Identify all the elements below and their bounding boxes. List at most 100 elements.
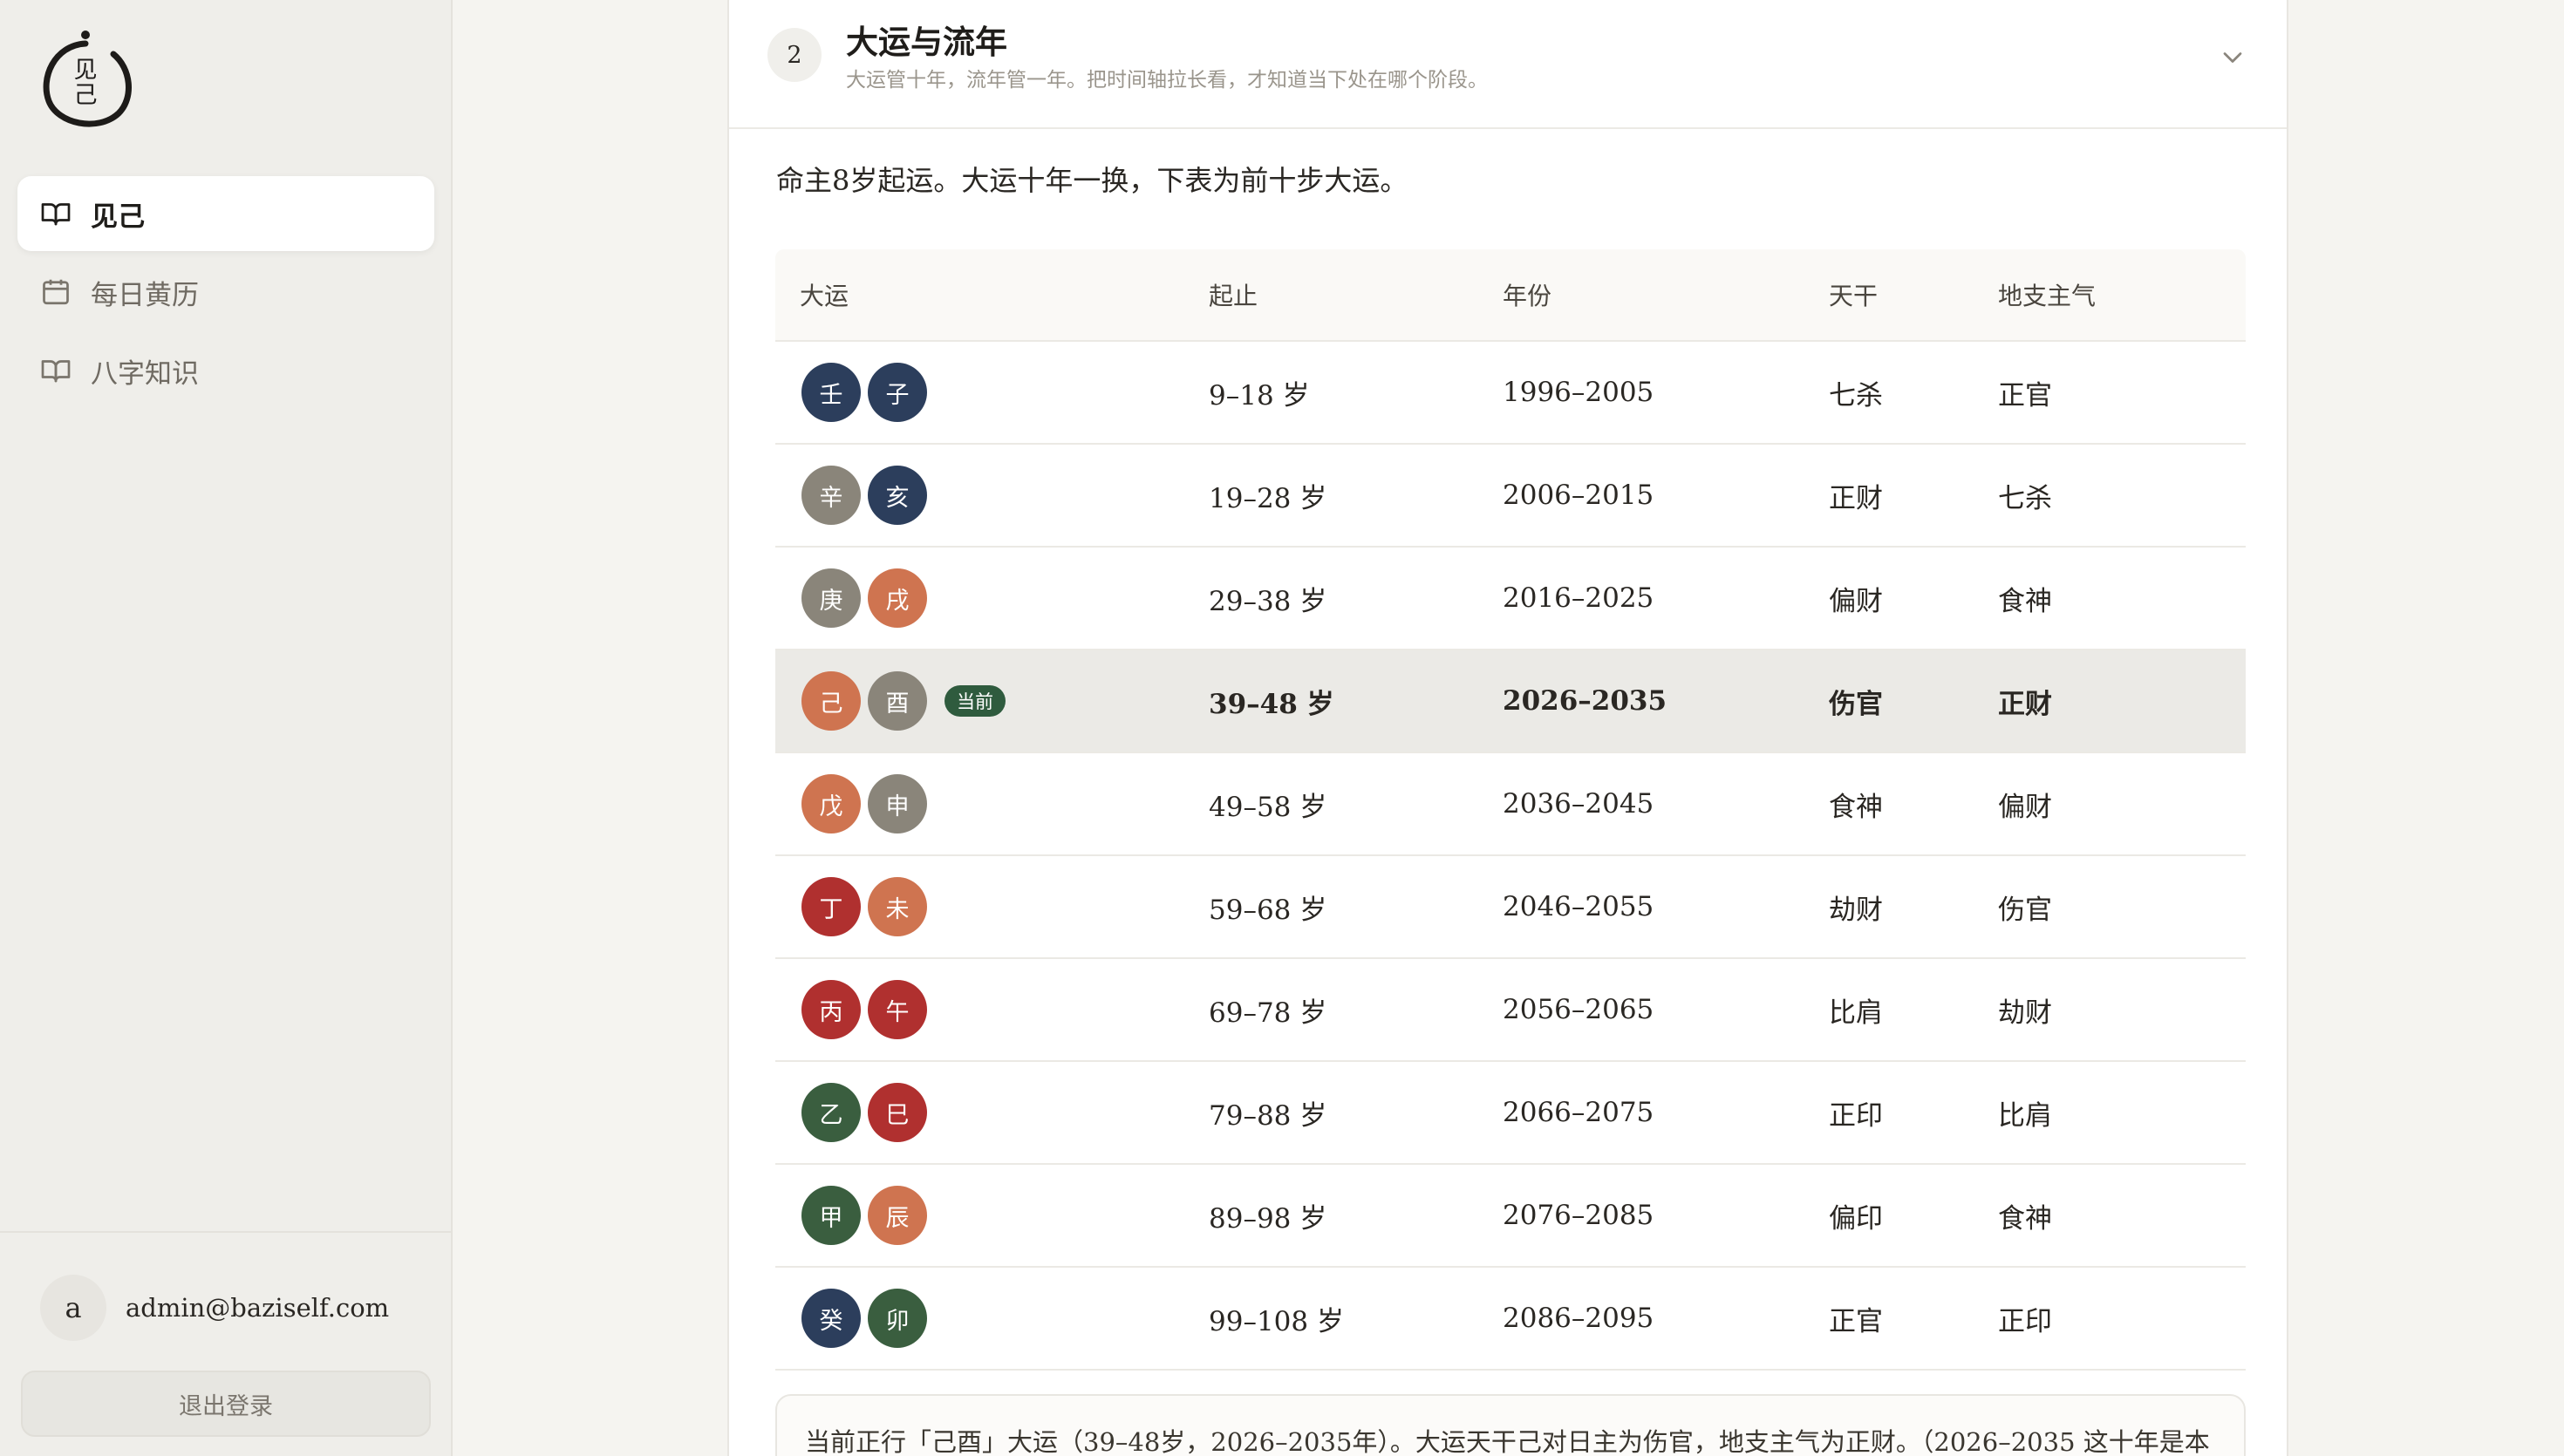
tiangan-cell: 偏印 (1829, 1202, 1883, 1235)
tiangan-cell: 七杀 (1829, 379, 1883, 412)
heavenly-stem-badge: 甲 (801, 1186, 861, 1245)
earthly-branch-badge: 未 (868, 877, 927, 936)
dizhi-cell: 正财 (1998, 688, 2052, 720)
current-dayun-note: 当前正行「己酉」大运（39–48岁，2026–2035年）。大运天干己对日主为伤… (775, 1394, 2246, 1456)
heavenly-stem-badge: 丙 (801, 980, 861, 1039)
age-range-cell: 89–98 岁 (1209, 1202, 1327, 1235)
dayun-table: 大运 起止 年份 天干 地支主气 壬子 9–18 岁 1996–2005 七杀 正官辛亥… (775, 249, 2246, 1371)
sidebar: 见 己 见己 每日黄历 八字知识 a admin@baziself.com 退出… (0, 0, 453, 1456)
sidebar-item-label: 每日黄历 (91, 279, 199, 311)
dayun-pillar-cell: 庚戌 (775, 568, 1209, 628)
logo-text: 见 己 (73, 57, 98, 109)
sidebar-nav: 见己 每日黄历 八字知识 (17, 176, 434, 412)
book-open-icon (40, 355, 72, 386)
dayun-pillar-cell: 癸卯 (775, 1289, 1209, 1348)
tiangan-cell: 正印 (1829, 1099, 1883, 1132)
user-email: admin@baziself.com (126, 1293, 390, 1323)
dizhi-cell: 正官 (1998, 379, 2052, 412)
logout-button[interactable]: 退出登录 (21, 1371, 431, 1437)
age-range-cell: 79–88 岁 (1209, 1099, 1327, 1132)
heavenly-stem-badge: 癸 (801, 1289, 861, 1348)
heavenly-stem-badge: 乙 (801, 1083, 861, 1142)
years-cell: 1996–2005 (1503, 377, 1654, 408)
age-range-cell: 49–58 岁 (1209, 791, 1327, 823)
age-range-cell: 59–68 岁 (1209, 894, 1327, 926)
intro-text: 命主8岁起运。大运十年一换，下表为前十步大运。 (776, 164, 1408, 197)
heavenly-stem-badge: 丁 (801, 877, 861, 936)
section-subtitle: 大运管十年，流年管一年。把时间轴拉长看，才知道当下处在哪个阶段。 (846, 69, 1488, 92)
dayun-pillar-cell: 丁未 (775, 877, 1209, 936)
dayun-pillar-cell: 甲辰 (775, 1186, 1209, 1245)
sidebar-item-label: 八字知识 (91, 357, 199, 390)
col-header-age-range: 起止 (1209, 282, 1258, 310)
dayun-pillar-cell: 乙巳 (775, 1083, 1209, 1142)
dizhi-cell: 七杀 (1998, 482, 2052, 514)
dizhi-cell: 食神 (1998, 1202, 2052, 1235)
heavenly-stem-badge: 戊 (801, 774, 861, 833)
col-header-dizhi: 地支主气 (1998, 282, 2097, 310)
col-header-tiangan: 天干 (1829, 282, 1879, 310)
earthly-branch-badge: 戌 (868, 568, 927, 628)
table-row: 辛亥 19–28 岁 2006–2015 正财 七杀 (775, 445, 2246, 548)
user-info: a admin@baziself.com (40, 1275, 389, 1341)
logo[interactable]: 见 己 (37, 26, 134, 133)
table-row: 癸卯 99–108 岁 2086–2095 正官 正印 (775, 1268, 2246, 1371)
tiangan-cell: 偏财 (1829, 585, 1883, 617)
table-row: 戊申 49–58 岁 2036–2045 食神 偏财 (775, 753, 2246, 856)
earthly-branch-badge: 子 (868, 363, 927, 422)
dizhi-cell: 正印 (1998, 1305, 2052, 1337)
dizhi-cell: 伤官 (1998, 894, 2052, 926)
years-cell: 2066–2075 (1503, 1097, 1654, 1128)
sidebar-item-jianji[interactable]: 见己 (17, 176, 434, 251)
years-cell: 2046–2055 (1503, 891, 1654, 922)
earthly-branch-badge: 申 (868, 774, 927, 833)
earthly-branch-badge: 辰 (868, 1186, 927, 1245)
dizhi-cell: 偏财 (1998, 791, 2052, 823)
table-row: 乙巳 79–88 岁 2066–2075 正印 比肩 (775, 1062, 2246, 1165)
app-root: 见 己 见己 每日黄历 八字知识 a admin@baziself.com 退出… (0, 0, 2564, 1456)
tiangan-cell: 伤官 (1829, 688, 1883, 720)
earthly-branch-badge: 午 (868, 980, 927, 1039)
age-range-cell: 9–18 岁 (1209, 379, 1310, 412)
sidebar-item-label: 见己 (91, 201, 145, 233)
table-row: 丙午 69–78 岁 2056–2065 比肩 劫财 (775, 959, 2246, 1062)
chevron-down-icon[interactable] (2217, 42, 2248, 73)
dayun-pillar-cell: 己酉当前 (775, 671, 1209, 731)
table-body: 壬子 9–18 岁 1996–2005 七杀 正官辛亥 19–28 岁 2006–2015 正… (775, 342, 2246, 1371)
col-header-dayun: 大运 (800, 282, 849, 310)
tiangan-cell: 正官 (1829, 1305, 1883, 1337)
years-cell: 2026–2035 (1503, 685, 1667, 717)
current-badge: 当前 (944, 685, 1006, 717)
earthly-branch-badge: 亥 (868, 466, 927, 525)
calendar-icon (40, 276, 72, 308)
step-number-badge: 2 (767, 28, 822, 82)
age-range-cell: 39–48 岁 (1209, 688, 1334, 720)
table-row: 壬子 9–18 岁 1996–2005 七杀 正官 (775, 342, 2246, 445)
tiangan-cell: 比肩 (1829, 997, 1883, 1029)
avatar: a (40, 1275, 106, 1341)
sidebar-item-bazi-knowledge[interactable]: 八字知识 (17, 333, 434, 408)
heavenly-stem-badge: 辛 (801, 466, 861, 525)
years-cell: 2036–2045 (1503, 788, 1654, 820)
dizhi-cell: 食神 (1998, 585, 2052, 617)
tiangan-cell: 正财 (1829, 482, 1883, 514)
age-range-cell: 19–28 岁 (1209, 482, 1327, 514)
dayun-pillar-cell: 戊申 (775, 774, 1209, 833)
age-range-cell: 69–78 岁 (1209, 997, 1327, 1029)
years-cell: 2056–2065 (1503, 994, 1654, 1025)
earthly-branch-badge: 卯 (868, 1289, 927, 1348)
age-range-cell: 29–38 岁 (1209, 585, 1327, 617)
tiangan-cell: 食神 (1829, 791, 1883, 823)
tiangan-cell: 劫财 (1829, 894, 1883, 926)
dizhi-cell: 劫财 (1998, 997, 2052, 1029)
sidebar-item-daily-almanac[interactable]: 每日黄历 (17, 255, 434, 330)
heavenly-stem-badge: 庚 (801, 568, 861, 628)
dayun-section-card: 2 大运与流年 大运管十年，流年管一年。把时间轴拉长看，才知道当下处在哪个阶段。… (727, 0, 2288, 1456)
heavenly-stem-badge: 壬 (801, 363, 861, 422)
section-title: 大运与流年 (846, 23, 1007, 61)
years-cell: 2006–2015 (1503, 480, 1654, 511)
earthly-branch-badge: 巳 (868, 1083, 927, 1142)
section-header[interactable]: 2 大运与流年 大运管十年，流年管一年。把时间轴拉长看，才知道当下处在哪个阶段。 (729, 2, 2287, 129)
dizhi-cell: 比肩 (1998, 1099, 2052, 1132)
heavenly-stem-badge: 己 (801, 671, 861, 731)
